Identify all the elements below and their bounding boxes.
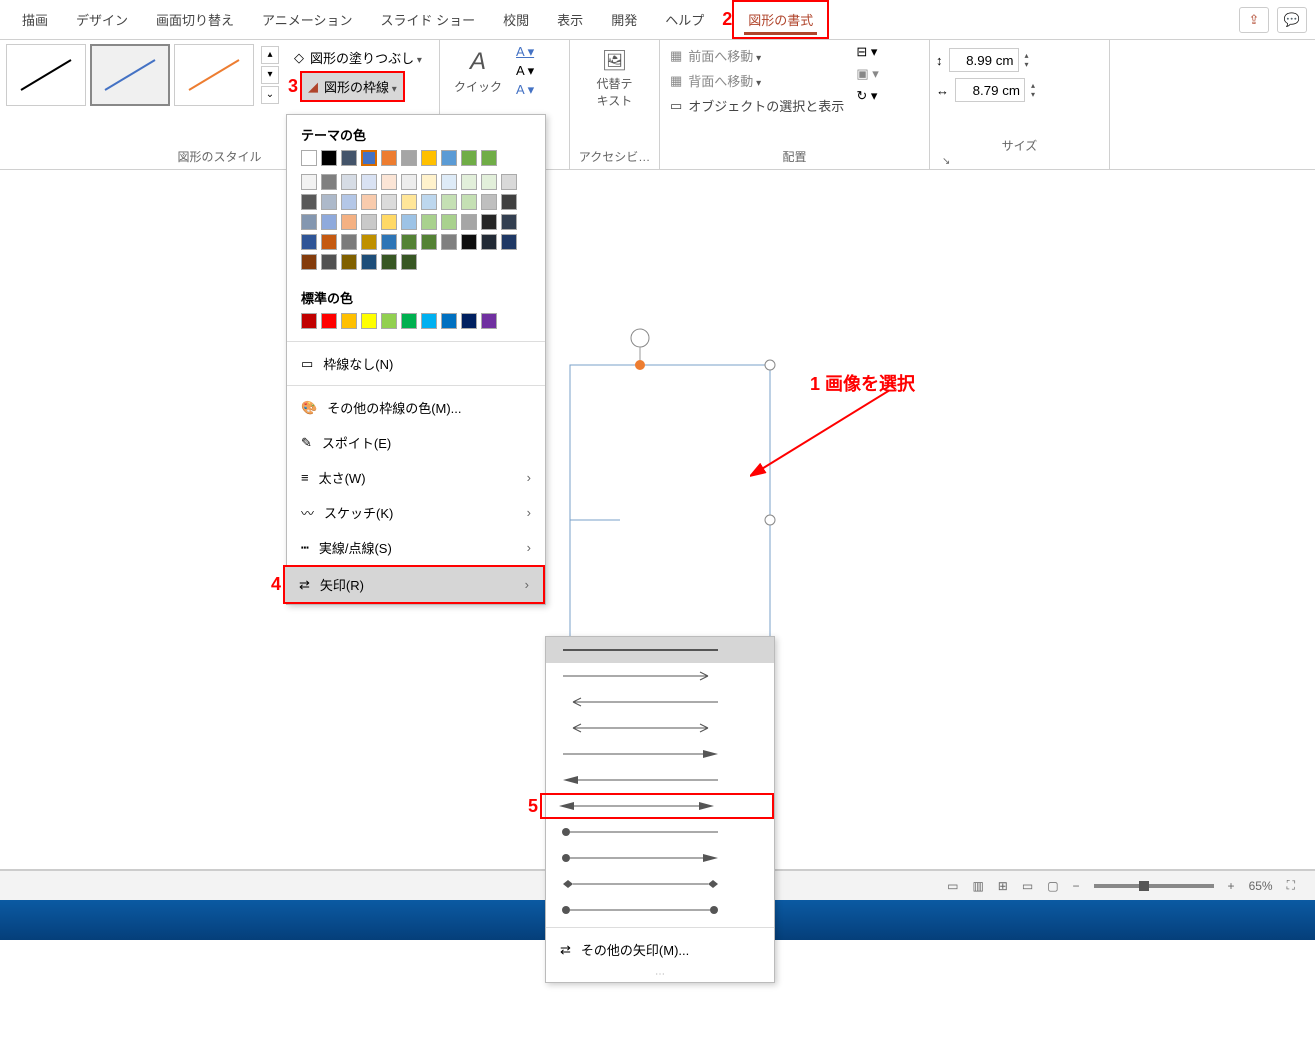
arrow-dot-both[interactable]: [546, 897, 774, 923]
text-fill-icon[interactable]: A ▾: [516, 44, 534, 60]
view-notes-icon[interactable]: ▭: [947, 879, 958, 893]
arrows-more-icon: ⇄: [560, 942, 571, 958]
annot-4: 4: [271, 574, 281, 595]
arrow-dot-right-filled[interactable]: [546, 845, 774, 871]
tab-draw[interactable]: 描画: [8, 2, 62, 37]
view-slideshow-icon[interactable]: ▢: [1047, 879, 1058, 893]
tab-transitions[interactable]: 画面切り替え: [142, 2, 248, 37]
no-outline-icon: ▭: [301, 356, 313, 372]
standard-colors[interactable]: [287, 313, 545, 337]
arrow-left-filled[interactable]: [546, 767, 774, 793]
outline-icon: ◢: [308, 79, 318, 95]
selection-pane[interactable]: ▭オブジェクトの選択と表示: [666, 94, 848, 117]
eyedropper[interactable]: ✎スポイト(E): [287, 425, 545, 460]
width-icon: ↔: [936, 83, 949, 98]
view-sorter-icon[interactable]: ⊞: [998, 879, 1008, 893]
annot-5: 5: [528, 796, 538, 817]
shape-outline[interactable]: ◢ 図形の枠線: [300, 71, 405, 102]
palette-icon: 🎨: [301, 400, 317, 416]
height-icon: ↕: [936, 53, 943, 68]
gallery-more[interactable]: ▴▾⌄: [260, 45, 280, 105]
view-reading-icon[interactable]: ▭: [1022, 879, 1033, 893]
eyedropper-icon: ✎: [301, 435, 312, 451]
height-input[interactable]: ↕ ▴▾: [936, 48, 1103, 72]
style-gallery[interactable]: ▴▾⌄: [6, 44, 280, 106]
tab-view[interactable]: 表示: [543, 2, 597, 37]
dashes-icon: ┅: [301, 540, 309, 556]
tab-slideshow[interactable]: スライド ショー: [367, 2, 490, 37]
alt-text[interactable]: 🖼 代替テ キスト: [576, 44, 653, 113]
zoom-in[interactable]: +: [1228, 879, 1235, 893]
text-outline-icon[interactable]: A ▾: [516, 63, 534, 79]
rotate-icon[interactable]: ↻ ▾: [856, 88, 878, 104]
alt-text-icon: 🖼: [602, 48, 627, 73]
arrow-left-open[interactable]: [546, 689, 774, 715]
menu-shape-outline: テーマの色 標準の色 ▭枠線なし(N) 🎨その他の枠線の色(M)... ✎スポイ…: [286, 114, 546, 605]
zoom-value: 65%: [1249, 879, 1273, 893]
arrow-both-open[interactable]: [546, 715, 774, 741]
arrows-icon: ⇄: [299, 577, 310, 593]
share-icon: ⇪: [1249, 12, 1260, 28]
weight[interactable]: ≡太さ(W)›: [287, 460, 545, 495]
quick-styles[interactable]: A クイック: [446, 44, 510, 99]
wordart-A-icon: A: [470, 48, 486, 76]
align-icon[interactable]: ⊟ ▾: [856, 44, 878, 60]
fill-icon: ◇: [294, 50, 304, 66]
arrow-dot-right[interactable]: [546, 819, 774, 845]
group-icon[interactable]: ▣ ▾: [856, 66, 878, 82]
send-backward-icon: ▦: [670, 73, 682, 89]
submenu-arrows: 5 ⇄その他の矢印(M)... ⋯: [545, 636, 775, 983]
tab-design[interactable]: デザイン: [62, 2, 142, 37]
ribbon: ▴▾⌄ ◇ 図形の塗りつぶし 3 ◢ 図形の枠線 図形のスタイル: [0, 40, 1315, 170]
theme-colors[interactable]: [287, 150, 545, 174]
selection-pane-icon: ▭: [670, 98, 682, 114]
sketch[interactable]: 〰スケッチ(K)›: [287, 495, 545, 530]
zoom-out[interactable]: −: [1073, 879, 1080, 893]
comment-icon: 💬: [1284, 12, 1300, 28]
annot-3: 3: [288, 76, 298, 97]
arrows[interactable]: ⇄矢印(R)›: [283, 565, 545, 604]
ribbon-tabs: 描画 デザイン 画面切り替え アニメーション スライド ショー 校閲 表示 開発…: [0, 0, 1315, 40]
weight-icon: ≡: [301, 470, 309, 485]
zoom-slider[interactable]: [1094, 884, 1214, 888]
more-arrows[interactable]: ⇄その他の矢印(M)...: [546, 932, 774, 967]
width-input[interactable]: ↔ ▴▾: [936, 78, 1103, 102]
tab-shape-format[interactable]: 図形の書式: [732, 0, 829, 39]
arrow-right-open[interactable]: [546, 663, 774, 689]
comments-button[interactable]: 💬: [1277, 7, 1307, 33]
shape-fill[interactable]: ◇ 図形の塗りつぶし: [288, 44, 428, 71]
bring-forward-icon: ▦: [670, 48, 682, 64]
tab-animations[interactable]: アニメーション: [248, 2, 366, 37]
share-button[interactable]: ⇪: [1239, 7, 1269, 33]
arrow-both-filled[interactable]: [540, 793, 774, 819]
view-normal-icon[interactable]: ▥: [972, 879, 983, 893]
theme-tints[interactable]: [287, 174, 545, 278]
bring-forward[interactable]: ▦前面へ移動: [666, 44, 848, 67]
arrow-right-filled[interactable]: [546, 741, 774, 767]
arrow-diamond-both[interactable]: [546, 871, 774, 897]
dashes[interactable]: ┅実線/点線(S)›: [287, 530, 545, 565]
sketch-icon: 〰: [301, 503, 314, 522]
fit-icon[interactable]: ⛶: [1287, 878, 1295, 893]
send-backward[interactable]: ▦背面へ移動: [666, 69, 848, 92]
arrow-none[interactable]: [546, 637, 774, 663]
no-outline[interactable]: ▭枠線なし(N): [287, 346, 545, 381]
tab-developer[interactable]: 開発: [597, 2, 651, 37]
text-effects-icon[interactable]: A ▾: [516, 82, 534, 98]
tab-review[interactable]: 校閲: [489, 2, 543, 37]
annot-2: 2: [722, 9, 732, 30]
tab-help[interactable]: ヘルプ: [651, 2, 718, 37]
more-outline-colors[interactable]: 🎨その他の枠線の色(M)...: [287, 390, 545, 425]
